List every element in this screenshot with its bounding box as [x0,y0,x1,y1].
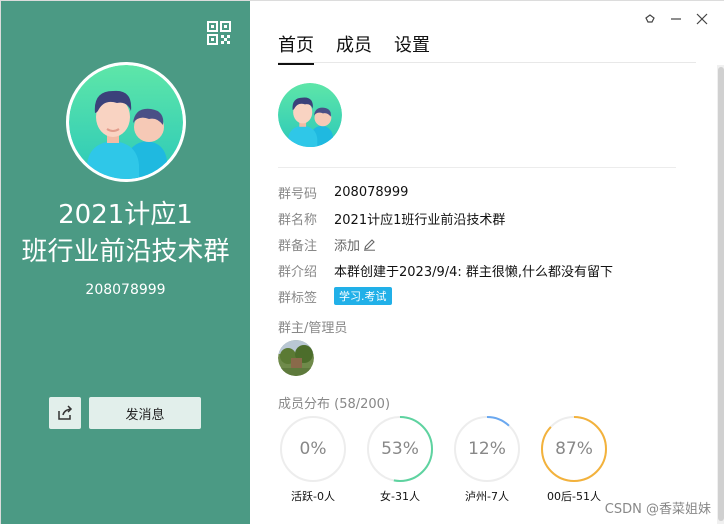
group-info-list: 群号码 208078999 群名称 2021计应1班行业前沿技术群 群备注 添加… [278,179,613,309]
ring-label: 00后-51人 [547,490,601,503]
distribution-item[interactable]: 12% 泸州-7人 [452,414,539,504]
distribution-ring: 53% [365,414,435,484]
add-remark-text: 添加 [334,238,361,254]
group-number: 208078999 [85,282,166,298]
tab-divider [278,62,696,63]
tab-settings[interactable]: 设置 [394,31,430,65]
share-button[interactable] [49,397,81,429]
group-tag-badge[interactable]: 学习.考试 [334,287,392,305]
distribution-ring: 87% [539,414,609,484]
name-value: 2021计应1班行业前沿技术群 [334,212,506,228]
member-distribution-rings: 0% 活跃-0人 53% 女-31人 12% 泸州-7人 87% 00后-51人 [278,414,626,504]
info-row-number: 群号码 208078999 [278,179,613,205]
ring-label: 活跃-0人 [291,490,335,503]
close-icon[interactable] [689,9,715,29]
distribution-ring: 12% [452,414,522,484]
ring-percent: 87% [555,439,593,459]
qr-code-icon[interactable] [207,21,231,45]
ring-percent: 0% [299,439,327,459]
info-row-remark: 群备注 添加 [278,231,613,257]
distribution-item[interactable]: 53% 女-31人 [365,414,452,504]
number-label: 群号码 [278,186,318,202]
distribution-item[interactable]: 87% 00后-51人 [539,414,626,504]
name-label: 群名称 [278,212,318,228]
info-row-tag: 群标签 学习.考试 [278,283,613,309]
csdn-watermark: CSDN @香菜姐妹 [604,502,711,517]
edit-icon [364,238,376,251]
group-avatar-large[interactable] [66,62,186,182]
remark-label: 群备注 [278,238,318,254]
tab-home[interactable]: 首页 [278,31,314,65]
group-name-title: 2021计应1 班行业前沿技术群 [21,200,230,267]
info-row-name: 群名称 2021计应1班行业前沿技术群 [278,205,613,231]
admins-heading: 群主/管理员 [278,321,348,336]
tab-members[interactable]: 成员 [336,31,372,65]
owner-avatar[interactable] [278,340,314,376]
group-card-panel: 2021计应1 班行业前沿技术群 208078999 发消息 [1,1,250,524]
tag-label: 群标签 [278,290,318,306]
minimize-icon[interactable] [663,9,689,29]
section-divider [278,167,676,168]
send-message-button[interactable]: 发消息 [89,397,201,429]
add-remark-link[interactable]: 添加 [334,235,376,254]
group-details-panel: 首页 成员 设置 群号码 208078999 群名称 2021计应1班行业前沿技… [250,1,724,524]
ring-percent: 12% [468,439,506,459]
ring-percent: 53% [381,439,419,459]
scrollbar-thumb[interactable] [718,67,724,521]
group-avatar-small[interactable] [278,83,342,147]
member-distribution-heading: 成员分布 (58/200) [278,397,391,412]
intro-label: 群介绍 [278,264,318,280]
ring-label: 女-31人 [380,490,420,503]
number-value: 208078999 [334,184,409,200]
distribution-ring: 0% [278,414,348,484]
ring-label: 泸州-7人 [465,490,509,503]
info-row-intro: 群介绍 本群创建于2023/9/4: 群主很懒,什么都没有留下 [278,257,613,283]
share-icon [58,405,73,420]
tab-bar: 首页 成员 设置 [278,31,430,65]
group-profile-window: 2021计应1 班行业前沿技术群 208078999 发消息 首页 成员 设置 … [0,0,724,524]
distribution-item[interactable]: 0% 活跃-0人 [278,414,365,504]
intro-value: 本群创建于2023/9/4: 群主很懒,什么都没有留下 [334,264,614,280]
window-controls [637,9,715,29]
pin-icon[interactable] [637,9,663,29]
